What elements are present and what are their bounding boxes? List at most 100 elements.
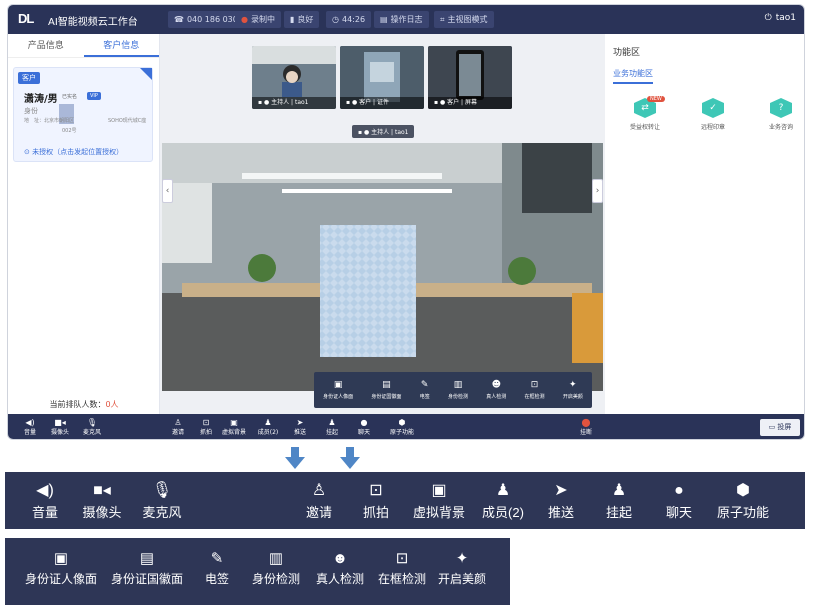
verified-label: 已实名 bbox=[62, 94, 78, 100]
microphone-button[interactable]: 🎙︎ 麦克风 bbox=[80, 418, 104, 436]
members-button[interactable]: ♟ 成员(2) bbox=[256, 418, 280, 436]
signal-status: ▮ 良好 bbox=[284, 11, 320, 28]
magic-wand-icon: ✦ bbox=[455, 550, 469, 567]
thumb-customer-screen-label: ▪ ● 客户 | 屏幕 bbox=[428, 97, 512, 109]
frame-check-button[interactable]: ⊡ 在框检测 bbox=[373, 548, 431, 587]
chat-icon: ● bbox=[674, 482, 684, 499]
person-check-button[interactable]: ☻ 真人检测 bbox=[486, 380, 506, 400]
bottom-control-bar: ◀) 音量 ■◂ 摄像头 🎙︎ 麦克风 ♙ 邀请 ⊡ 抓拍 ▣ 虚拟背景 ♟ 成员(2) ➤ 推… bbox=[8, 414, 804, 439]
camera-button[interactable]: ■◂ 摄像头 bbox=[77, 480, 127, 521]
chat-icon: ● bbox=[360, 418, 368, 427]
id-check-icon: ▥ bbox=[268, 550, 284, 567]
user-menu[interactable]: ⏻ tao1 bbox=[765, 13, 796, 23]
thumb-customer-screen[interactable]: ▪ ● 客户 | 屏幕 bbox=[428, 46, 512, 109]
volume-button[interactable]: ◀) 音量 bbox=[25, 480, 65, 521]
atomic-toolbar-inline: ▣ 身份证人像面 ▤ 身份证国徽面 ✎ 电签 ▥ 身份检测 ☻ 真人检测 ⊡ 在框检测 ✦ 开… bbox=[314, 372, 592, 408]
capture-button[interactable]: ⊡ 抓拍 bbox=[194, 418, 218, 436]
volume-icon: ◀) bbox=[36, 482, 54, 499]
customer-address-2: SOHO现代城C座 bbox=[108, 118, 147, 124]
queue-count: 0人 bbox=[105, 400, 119, 409]
signature-button[interactable]: ✎ 电签 bbox=[197, 548, 237, 587]
customer-address: 地 址：北京市朝阳区 bbox=[24, 118, 75, 124]
chat-button[interactable]: ● 聊天 bbox=[659, 480, 699, 521]
collapse-right-button[interactable]: › bbox=[592, 179, 603, 203]
atom-button[interactable]: ⬢ 原子功能 bbox=[711, 480, 775, 521]
office-video-frame bbox=[162, 143, 603, 391]
send-button[interactable]: ➤ 推送 bbox=[541, 480, 581, 521]
view-mode-button[interactable]: ⌗ 主视图模式 bbox=[434, 11, 494, 28]
hangup-icon: ⬤ bbox=[581, 418, 591, 427]
virtual-bg-button[interactable]: ▣ 虚拟背景 bbox=[222, 418, 246, 436]
tab-customer-info[interactable]: 客户信息 bbox=[83, 34, 159, 57]
id-emblem-icon: ▤ bbox=[139, 550, 155, 567]
thumb-host[interactable]: ▪ ● 主持人 | tao1 bbox=[252, 46, 336, 109]
feature-consult[interactable]: ? 业务咨询 bbox=[755, 98, 804, 131]
signature-button[interactable]: ✎ 电签 bbox=[420, 380, 430, 400]
down-arrow-icon bbox=[285, 447, 305, 469]
id-check-button[interactable]: ▥ 身份检测 bbox=[448, 380, 468, 400]
logout-icon: ⏻ bbox=[764, 13, 772, 23]
camera-icon: ■◂ bbox=[93, 482, 111, 499]
hold-icon: ♟ bbox=[328, 418, 336, 427]
collapse-left-button[interactable]: ‹ bbox=[162, 179, 173, 203]
hangup-button[interactable]: ⬤ 挂断 bbox=[574, 418, 598, 436]
customer-id-line: 身份 bbox=[24, 107, 38, 115]
members-button[interactable]: ♟ 成员(2) bbox=[475, 480, 531, 521]
timer-status: ◷ 44:26 bbox=[326, 11, 372, 28]
left-tabs: 产品信息 客户信息 bbox=[8, 34, 159, 58]
microphone-button[interactable]: 🎙︎ 麦克风 bbox=[137, 480, 187, 521]
id-portrait-button[interactable]: ▣ 身份证人像面 bbox=[21, 548, 101, 587]
members-icon: ♟ bbox=[495, 482, 511, 499]
id-portrait-button[interactable]: ▣ 身份证人像面 bbox=[323, 380, 353, 400]
camera-button[interactable]: ■◂ 摄像头 bbox=[48, 418, 72, 436]
send-icon: ➤ bbox=[296, 418, 304, 427]
main-video-label: ▪ ● 主持人 | tao1 bbox=[352, 125, 415, 138]
microphone-icon: 🎙︎ bbox=[151, 482, 173, 499]
virtual-bg-icon: ▣ bbox=[230, 418, 238, 427]
hold-button[interactable]: ♟ 挂起 bbox=[320, 418, 344, 436]
beauty-button[interactable]: ✦ 开启美颜 bbox=[563, 380, 583, 400]
capture-button[interactable]: ⊡ 抓拍 bbox=[356, 480, 396, 521]
invite-button[interactable]: ♙ 邀请 bbox=[299, 480, 339, 521]
screen-share-icon: ▭ bbox=[768, 423, 776, 431]
frame-check-button[interactable]: ⊡ 在框检测 bbox=[525, 380, 545, 400]
virtual-bg-icon: ▣ bbox=[431, 482, 447, 499]
room-id-status: ☎ 040 186 030 bbox=[168, 11, 244, 28]
recording-status[interactable]: ● 录制中 bbox=[235, 11, 281, 28]
main-video: ‹ › bbox=[162, 143, 603, 391]
id-portrait-icon: ▣ bbox=[333, 380, 343, 390]
new-badge: NEW bbox=[647, 96, 665, 102]
id-check-button[interactable]: ▥ 身份检测 bbox=[247, 548, 305, 587]
invite-icon: ♙ bbox=[174, 418, 182, 427]
person-check-button[interactable]: ☻ 真人检测 bbox=[311, 548, 369, 587]
volume-button[interactable]: ◀) 音量 bbox=[18, 418, 42, 436]
tab-business-functions[interactable]: 业务功能区 bbox=[613, 68, 653, 84]
signal-icon: ▮ bbox=[290, 15, 295, 24]
invite-button[interactable]: ♙ 邀请 bbox=[166, 418, 190, 436]
enlarged-control-bar: ◀) 音量 ■◂ 摄像头 🎙︎ 麦克风 ♙ 邀请 ⊡ 抓拍 ▣ 虚拟背景 ♟ 成员(2) ➤ 推… bbox=[5, 472, 805, 529]
chat-button[interactable]: ● 聊天 bbox=[352, 418, 376, 436]
hold-button[interactable]: ♟ 挂起 bbox=[599, 480, 639, 521]
screen-share-button[interactable]: ▭ 投屏 bbox=[760, 419, 800, 436]
thumb-customer-id[interactable]: ▪ ● 客户 | 证件 bbox=[340, 46, 424, 109]
log-icon: ▤ bbox=[380, 15, 388, 24]
feature-remote-seal[interactable]: ✓ 远程印章 bbox=[687, 98, 739, 131]
corner-flag bbox=[140, 68, 152, 80]
atom-icon: ⬢ bbox=[736, 482, 750, 499]
tab-product-info[interactable]: 产品信息 bbox=[8, 34, 84, 57]
send-button[interactable]: ➤ 推送 bbox=[288, 418, 312, 436]
operation-log-button[interactable]: ▤ 操作日志 bbox=[374, 11, 429, 28]
frame-check-icon: ⊡ bbox=[530, 380, 539, 390]
id-emblem-button[interactable]: ▤ 身份证国徽面 bbox=[371, 380, 401, 400]
feature-benefit-transfer[interactable]: ⇄ NEW 受益权转让 bbox=[619, 96, 671, 131]
virtual-bg-button[interactable]: ▣ 虚拟背景 bbox=[409, 480, 469, 521]
seal-icon: ✓ bbox=[702, 98, 724, 118]
atom-button[interactable]: ⬢ 原子功能 bbox=[384, 418, 420, 436]
beauty-button[interactable]: ✦ 开启美颜 bbox=[433, 548, 491, 587]
id-emblem-icon: ▤ bbox=[382, 380, 391, 390]
record-dot-icon: ● bbox=[241, 15, 248, 24]
id-emblem-button[interactable]: ▤ 身份证国徽面 bbox=[107, 548, 187, 587]
enlarged-atomic-toolbar: ▣ 身份证人像面 ▤ 身份证国徽面 ✎ 电签 ▥ 身份检测 ☻ 真人检测 ⊡ 在框检测 ✦ 开… bbox=[5, 538, 510, 605]
customer-address-3: 002号 bbox=[62, 128, 77, 134]
location-auth-link[interactable]: ⊙ 未授权（点击发起位置授权） bbox=[24, 147, 123, 157]
